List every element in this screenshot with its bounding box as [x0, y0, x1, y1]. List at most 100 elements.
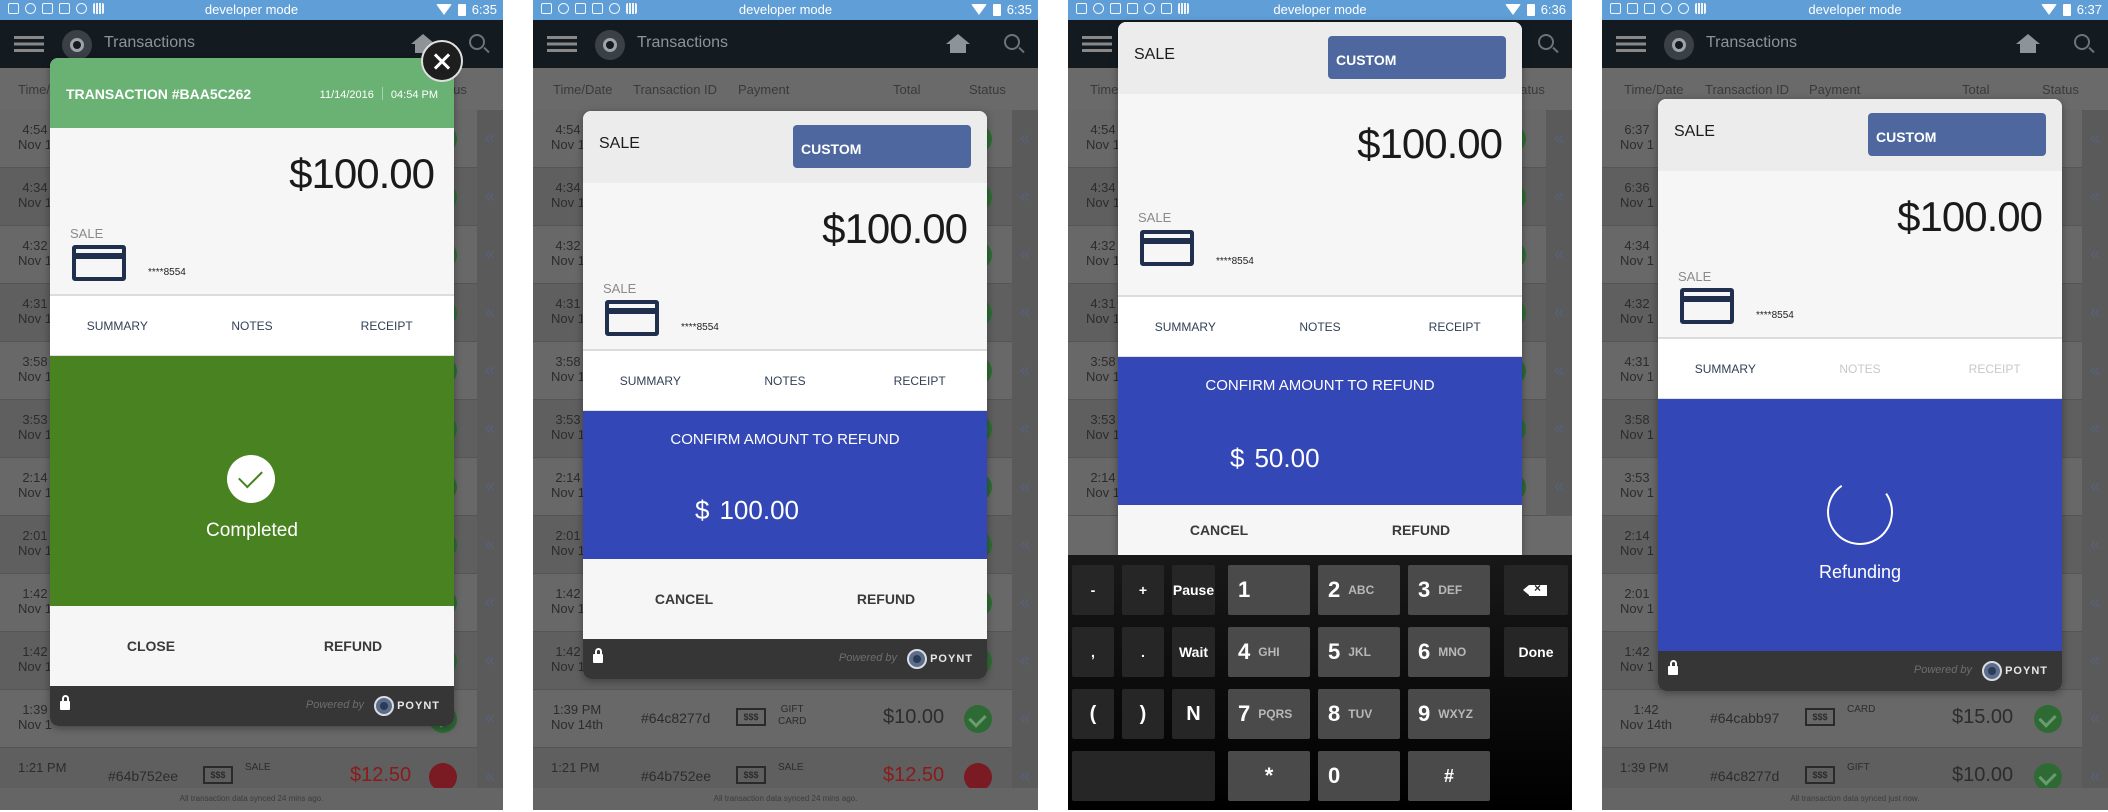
expand-chevron-icon[interactable]: «: [1012, 226, 1038, 284]
column-status[interactable]: Status: [969, 82, 1006, 97]
custom-button[interactable]: CUSTOM: [793, 125, 971, 168]
expand-chevron-icon[interactable]: «: [1546, 458, 1572, 516]
expand-chevron-icon[interactable]: «: [477, 342, 503, 400]
column-transaction-id[interactable]: Transaction ID: [1705, 82, 1789, 97]
key-close-paren[interactable]: ): [1122, 689, 1164, 739]
expand-chevron-icon[interactable]: «: [2082, 516, 2108, 574]
expand-chevron-icon[interactable]: «: [477, 574, 503, 632]
custom-button[interactable]: CUSTOM: [1328, 36, 1506, 79]
expand-chevron-icon[interactable]: «: [2082, 110, 2108, 168]
expand-chevron-icon[interactable]: «: [1012, 574, 1038, 632]
key-3[interactable]: 3 DEF: [1408, 565, 1490, 615]
column-transaction-id[interactable]: Transaction ID: [633, 82, 717, 97]
key-8[interactable]: 8 TUV: [1318, 689, 1400, 739]
transaction-row[interactable]: 1:39 PM Nov 14th #64c8277d $$$ GIFT CARD $10.0…: [533, 690, 1038, 748]
search-icon[interactable]: [2074, 34, 2090, 50]
key-6[interactable]: 6 MNO: [1408, 627, 1490, 677]
expand-chevron-icon[interactable]: «: [1012, 284, 1038, 342]
key-0[interactable]: 0: [1318, 751, 1400, 801]
column-status[interactable]: Status: [2042, 82, 2079, 97]
expand-chevron-icon[interactable]: «: [477, 168, 503, 226]
expand-chevron-icon[interactable]: «: [1546, 400, 1572, 458]
key-star[interactable]: *: [1228, 751, 1310, 801]
expand-chevron-icon[interactable]: «: [2082, 226, 2108, 284]
column-total[interactable]: Total: [893, 82, 920, 97]
expand-chevron-icon[interactable]: «: [1012, 400, 1038, 458]
key-period[interactable]: .: [1122, 627, 1164, 677]
tab-summary[interactable]: SUMMARY: [1118, 297, 1253, 356]
hamburger-menu-icon[interactable]: [1616, 36, 1646, 52]
expand-chevron-icon[interactable]: «: [2082, 284, 2108, 342]
key-comma[interactable]: ,: [1072, 627, 1114, 677]
column-payment[interactable]: Payment: [738, 82, 789, 97]
column-time-date[interactable]: Time/Date: [1624, 82, 1683, 97]
expand-chevron-icon[interactable]: «: [2082, 400, 2108, 458]
expand-chevron-icon[interactable]: «: [2082, 690, 2108, 748]
key-9[interactable]: 9 WXYZ: [1408, 689, 1490, 739]
expand-chevron-icon[interactable]: «: [2082, 168, 2108, 226]
column-time-date[interactable]: Time/Date: [553, 82, 612, 97]
expand-chevron-icon[interactable]: «: [1546, 342, 1572, 400]
expand-chevron-icon[interactable]: «: [477, 110, 503, 168]
home-icon[interactable]: [946, 34, 970, 54]
expand-chevron-icon[interactable]: «: [1546, 284, 1572, 342]
refund-button[interactable]: REFUND: [252, 606, 454, 686]
transaction-row[interactable]: 1:42 Nov 14th #64cabb97 $$$ CARD $15.00 «: [1602, 690, 2108, 748]
key-1[interactable]: 1: [1228, 565, 1310, 615]
search-icon[interactable]: [1538, 34, 1554, 50]
expand-chevron-icon[interactable]: «: [1012, 690, 1038, 748]
key-done[interactable]: Done: [1504, 627, 1568, 677]
custom-button[interactable]: CUSTOM: [1868, 113, 2046, 156]
expand-chevron-icon[interactable]: «: [1546, 226, 1572, 284]
close-button[interactable]: CLOSE: [50, 606, 252, 686]
expand-chevron-icon[interactable]: «: [477, 226, 503, 284]
key-backspace[interactable]: [1504, 565, 1568, 615]
key-2[interactable]: 2 ABC: [1318, 565, 1400, 615]
tab-receipt[interactable]: RECEIPT: [1387, 297, 1522, 356]
cancel-button[interactable]: CANCEL: [583, 559, 785, 639]
refund-amount-input[interactable]: $50.00: [1230, 443, 1320, 474]
tab-summary[interactable]: SUMMARY: [583, 351, 718, 410]
expand-chevron-icon[interactable]: «: [2082, 574, 2108, 632]
expand-chevron-icon[interactable]: «: [1012, 168, 1038, 226]
expand-chevron-icon[interactable]: «: [477, 284, 503, 342]
refund-button[interactable]: REFUND: [785, 559, 987, 639]
tab-notes[interactable]: NOTES: [718, 351, 853, 410]
expand-chevron-icon[interactable]: «: [2082, 458, 2108, 516]
expand-chevron-icon[interactable]: «: [477, 516, 503, 574]
expand-chevron-icon[interactable]: «: [477, 690, 503, 748]
expand-chevron-icon[interactable]: «: [2082, 632, 2108, 690]
expand-chevron-icon[interactable]: «: [1012, 342, 1038, 400]
expand-chevron-icon[interactable]: «: [1012, 632, 1038, 690]
home-icon[interactable]: [2016, 34, 2040, 54]
expand-chevron-icon[interactable]: «: [477, 458, 503, 516]
expand-chevron-icon[interactable]: «: [1012, 458, 1038, 516]
key-hash[interactable]: #: [1408, 751, 1490, 801]
tab-receipt[interactable]: RECEIPT: [852, 351, 987, 410]
key-n[interactable]: N: [1172, 689, 1215, 739]
hamburger-menu-icon[interactable]: [1082, 36, 1112, 52]
key-pause[interactable]: Pause: [1172, 565, 1215, 615]
column-total[interactable]: Total: [1962, 82, 1989, 97]
key-plus[interactable]: +: [1122, 565, 1164, 615]
refund-button[interactable]: REFUND: [1320, 505, 1522, 555]
expand-chevron-icon[interactable]: «: [2082, 342, 2108, 400]
expand-chevron-icon[interactable]: «: [477, 632, 503, 690]
hamburger-menu-icon[interactable]: [14, 36, 44, 52]
hamburger-menu-icon[interactable]: [547, 36, 577, 52]
tab-summary[interactable]: SUMMARY: [50, 296, 185, 355]
expand-chevron-icon[interactable]: «: [1546, 168, 1572, 226]
key-minus[interactable]: -: [1072, 565, 1114, 615]
search-icon[interactable]: [1004, 34, 1020, 50]
tab-summary[interactable]: SUMMARY: [1658, 339, 1793, 398]
refund-amount-input[interactable]: $100.00: [695, 495, 799, 526]
key-wait[interactable]: Wait: [1172, 627, 1215, 677]
tab-receipt[interactable]: RECEIPT: [319, 296, 454, 355]
key-4[interactable]: 4 GHI: [1228, 627, 1310, 677]
expand-chevron-icon[interactable]: «: [477, 400, 503, 458]
key-space[interactable]: [1072, 751, 1215, 801]
key-open-paren[interactable]: (: [1072, 689, 1114, 739]
expand-chevron-icon[interactable]: «: [1012, 516, 1038, 574]
cancel-button[interactable]: CANCEL: [1118, 505, 1320, 555]
key-7[interactable]: 7 PQRS: [1228, 689, 1310, 739]
